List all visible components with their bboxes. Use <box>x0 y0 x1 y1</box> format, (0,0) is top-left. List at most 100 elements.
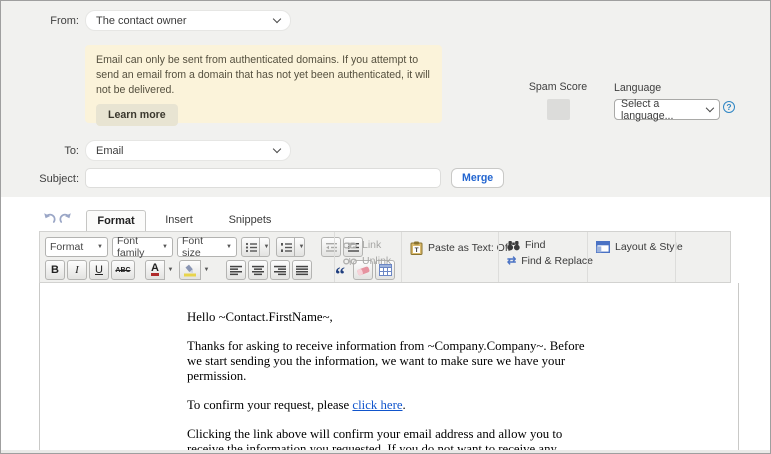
text-color-menu-button[interactable]: ▼ <box>163 260 174 280</box>
from-select-value: The contact owner <box>96 14 187 27</box>
horizontal-scrollbar-track[interactable] <box>1 450 770 453</box>
strikethrough-icon: ABC <box>115 266 131 274</box>
language-select-value: Select a language... <box>621 97 674 122</box>
learn-more-button[interactable]: Learn more <box>96 104 178 126</box>
align-justify-button[interactable] <box>292 260 312 280</box>
click-here-link[interactable]: click here <box>352 398 402 412</box>
align-justify-icon <box>296 265 308 275</box>
toolbar-divider <box>498 232 499 282</box>
align-right-icon <box>274 265 286 275</box>
font-family-select-value: Font family <box>117 235 145 259</box>
align-center-button[interactable] <box>248 260 268 280</box>
spam-score-label: Spam Score <box>528 81 588 93</box>
numbered-list-button[interactable] <box>276 237 296 257</box>
format-select-value: Format <box>50 241 84 253</box>
unlink-label: Unlink <box>362 255 392 267</box>
link-icon <box>343 242 357 248</box>
merge-button[interactable]: Merge <box>451 168 505 188</box>
chevron-down-icon <box>272 14 282 24</box>
svg-text:T: T <box>415 247 419 254</box>
email-paragraph: Clicking the link above will confirm you… <box>187 427 563 450</box>
binoculars-icon <box>507 240 520 250</box>
unlink-icon <box>343 257 357 265</box>
find-replace-icon: ⇄ <box>507 255 517 267</box>
blockquote-icon: “ <box>335 264 345 286</box>
highlight-color-icon <box>184 264 196 276</box>
dropdown-arrow-icon: ▼ <box>203 267 210 273</box>
editor-toolbar: Format ▼ Font family ▼ Font size ▼ ▼ ▼ B… <box>39 231 731 286</box>
bullet-list-menu-button[interactable]: ▼ <box>259 237 270 257</box>
font-family-select[interactable]: Font family ▼ <box>112 235 173 259</box>
find-replace-label: Find & Replace <box>521 255 594 267</box>
confirm-text-suffix: . <box>402 398 406 412</box>
email-paragraph: Thanks for asking to receive information… <box>187 339 585 383</box>
bold-icon: B <box>51 264 59 276</box>
to-select[interactable]: Email <box>85 140 291 161</box>
dropdown-arrow-icon: ▼ <box>97 244 103 250</box>
link-label: Link <box>362 239 382 251</box>
text-color-button[interactable]: A <box>145 260 165 280</box>
bullet-list-button[interactable] <box>241 237 261 257</box>
editor-canvas[interactable]: Hello ~Contact.FirstName~, Thanks for as… <box>39 283 739 450</box>
outdent-icon <box>325 242 337 252</box>
layout-icon <box>596 241 610 253</box>
email-settings-panel: From: The contact owner Email can only b… <box>1 1 770 197</box>
bullet-list-icon <box>245 242 257 252</box>
underline-icon: U <box>95 264 103 276</box>
bold-button[interactable]: B <box>45 260 65 280</box>
toolbar-divider <box>675 232 676 282</box>
unlink-button[interactable]: Unlink <box>343 255 391 267</box>
language-select[interactable]: Select a language... <box>614 97 720 122</box>
align-left-button[interactable] <box>226 260 246 280</box>
find-button[interactable]: Find <box>507 239 593 251</box>
highlight-color-menu-button[interactable]: ▼ <box>199 260 210 280</box>
to-label: To: <box>64 145 79 157</box>
from-label: From: <box>50 15 79 27</box>
italic-button[interactable]: I <box>67 260 87 280</box>
toolbar-divider <box>587 232 588 282</box>
layout-style-button[interactable]: Layout & Style <box>596 241 683 253</box>
subject-label: Subject: <box>39 173 79 185</box>
align-right-button[interactable] <box>270 260 290 280</box>
toolbar-divider <box>401 232 402 282</box>
text-color-icon: A <box>151 262 159 276</box>
find-label: Find <box>525 239 546 251</box>
subject-input[interactable] <box>85 168 441 188</box>
font-size-select-value: Font size <box>182 235 204 259</box>
from-select[interactable]: The contact owner <box>85 10 291 31</box>
redo-button[interactable] <box>58 212 72 225</box>
outdent-button[interactable] <box>321 237 341 257</box>
format-select[interactable]: Format ▼ <box>45 237 108 257</box>
email-paragraph: To confirm your request, please click he… <box>187 398 591 413</box>
to-select-value: Email <box>96 144 124 157</box>
spam-score-indicator <box>546 99 570 120</box>
strikethrough-button[interactable]: ABC <box>111 260 135 280</box>
font-size-select[interactable]: Font size ▼ <box>177 235 237 259</box>
authentication-warning-banner: Email can only be sent from authenticate… <box>85 45 442 126</box>
align-left-icon <box>230 265 242 275</box>
warning-text: Email can only be sent from authenticate… <box>96 54 430 96</box>
link-button[interactable]: Link <box>343 239 391 251</box>
highlight-color-button[interactable] <box>179 260 201 280</box>
email-builder-window: From: The contact owner Email can only b… <box>0 0 771 454</box>
find-replace-button[interactable]: ⇄ Find & Replace <box>507 255 593 267</box>
email-greeting: Hello ~Contact.FirstName~, <box>187 310 333 324</box>
language-label: Language <box>614 82 662 94</box>
underline-button[interactable]: U <box>89 260 109 280</box>
undo-button[interactable] <box>43 212 57 225</box>
help-icon[interactable]: ? <box>723 101 735 113</box>
dropdown-arrow-icon: ▼ <box>162 244 168 250</box>
dropdown-arrow-icon: ▼ <box>263 244 270 250</box>
tab-format[interactable]: Format <box>86 210 146 232</box>
tab-insert[interactable]: Insert <box>150 210 208 231</box>
spam-score-section: Spam Score <box>522 81 594 120</box>
dropdown-arrow-icon: ▼ <box>226 244 232 250</box>
toolbar-divider <box>334 232 335 282</box>
italic-icon: I <box>75 264 79 276</box>
language-section: Language Select a language... <box>614 82 720 122</box>
numbered-list-icon <box>280 242 292 252</box>
clipboard-icon: T <box>410 241 423 255</box>
numbered-list-menu-button[interactable]: ▼ <box>294 237 305 257</box>
paste-as-text-button[interactable]: T Paste as Text: Off <box>410 241 511 255</box>
tab-snippets[interactable]: Snippets <box>214 210 286 231</box>
